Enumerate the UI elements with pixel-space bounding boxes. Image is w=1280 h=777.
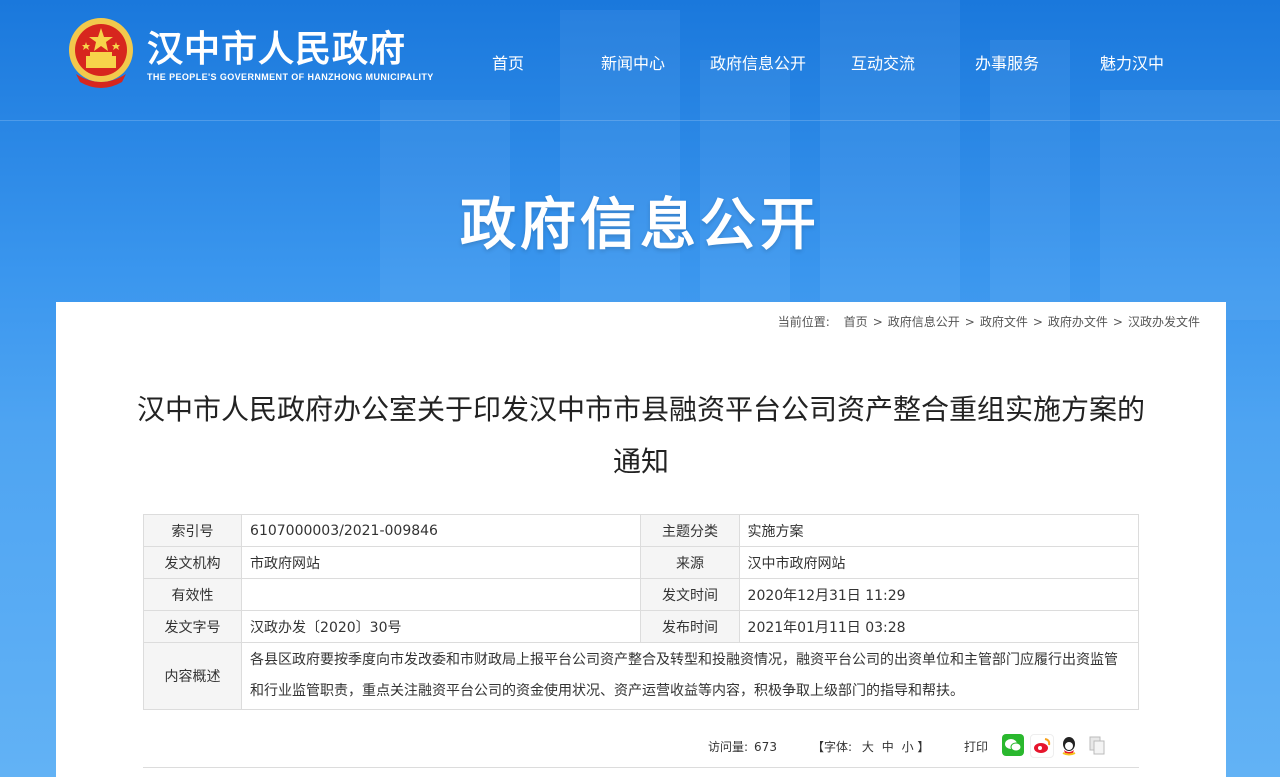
visits-value: 673 bbox=[754, 740, 777, 754]
meta-label-source: 来源 bbox=[640, 546, 740, 579]
meta-value-summary: 各县区政府要按季度向市发改委和市财政局上报平台公司资产整合及转型和投融资情况，融… bbox=[241, 642, 1139, 710]
table-row: 有效性 发文时间 2020年12月31日 11:29 bbox=[142, 578, 1140, 611]
document-meta-table: 索引号 6107000003/2021-009846 主题分类 实施方案 发文机… bbox=[142, 514, 1140, 710]
font-size-small[interactable]: 小 bbox=[902, 740, 914, 754]
meta-label-issue-time: 发文时间 bbox=[640, 578, 740, 611]
meta-value-doc-number: 汉政办发〔2020〕30号 bbox=[241, 610, 642, 643]
site-subtitle: THE PEOPLE'S GOVERNMENT OF HANZHONG MUNI… bbox=[147, 72, 434, 82]
breadcrumb-item-home[interactable]: 首页 bbox=[844, 315, 868, 329]
site-header: 汉中市人民政府 THE PEOPLE'S GOVERNMENT OF HANZH… bbox=[0, 0, 1280, 121]
table-row: 发文机构 市政府网站 来源 汉中市政府网站 bbox=[142, 546, 1140, 579]
meta-value-issuer: 市政府网站 bbox=[241, 546, 642, 579]
breadcrumb-prefix: 当前位置: bbox=[777, 315, 830, 329]
qq-share-icon[interactable] bbox=[1058, 734, 1080, 756]
nav-services[interactable]: 办事服务 bbox=[975, 50, 1039, 74]
document-title: 汉中市人民政府办公室关于印发汉中市市县融资平台公司资产整合重组实施方案的通知 bbox=[136, 393, 1145, 478]
breadcrumb-item-gov-docs[interactable]: 政府文件 bbox=[980, 315, 1028, 329]
breadcrumb-item-office-docs[interactable]: 政府办文件 bbox=[1048, 315, 1108, 329]
font-size-close: 】 bbox=[917, 740, 930, 754]
meta-value-source: 汉中市政府网站 bbox=[738, 546, 1140, 579]
meta-label-summary: 内容概述 bbox=[142, 642, 243, 710]
visits-label: 访问量: bbox=[708, 740, 749, 754]
print-link[interactable]: 打印 bbox=[964, 738, 988, 755]
meta-value-issue-time: 2020年12月31日 11:29 bbox=[738, 578, 1140, 611]
weibo-share-icon[interactable] bbox=[1030, 734, 1054, 758]
meta-label-validity: 有效性 bbox=[142, 578, 243, 611]
table-row: 发文字号 汉政办发〔2020〕30号 发布时间 2021年01月11日 03:2… bbox=[142, 610, 1140, 643]
meta-label-publish-time: 发布时间 bbox=[640, 610, 740, 643]
breadcrumb-item-hanzhengbanfa[interactable]: 汉政办发文件 bbox=[1128, 315, 1200, 329]
content-panel: 当前位置: 首页 > 政府信息公开 > 政府文件 > 政府办文件 > 汉政办发文件 汉中市人民政… bbox=[56, 302, 1226, 777]
font-size-large[interactable]: 大 bbox=[862, 740, 874, 754]
meta-label-issuer: 发文机构 bbox=[142, 546, 243, 579]
nav-gov-info-public[interactable]: 政府信息公开 bbox=[710, 50, 806, 74]
wechat-share-icon[interactable] bbox=[1002, 734, 1024, 756]
breadcrumb-separator: > bbox=[872, 315, 883, 329]
breadcrumb: 当前位置: 首页 > 政府信息公开 > 政府文件 > 政府办文件 > 汉政办发文件 bbox=[778, 313, 1200, 330]
table-row: 索引号 6107000003/2021-009846 主题分类 实施方案 bbox=[142, 514, 1140, 547]
nav-home[interactable]: 首页 bbox=[492, 50, 524, 74]
breadcrumb-separator: > bbox=[1032, 315, 1043, 329]
nav-charm-hanzhong[interactable]: 魅力汉中 bbox=[1100, 50, 1164, 74]
national-emblem-icon[interactable] bbox=[66, 16, 136, 92]
font-size-label: 【字体: bbox=[812, 740, 853, 754]
visits-counter: 访问量: 673 bbox=[708, 738, 777, 755]
meta-label-topic: 主题分类 bbox=[640, 514, 740, 547]
font-size-medium[interactable]: 中 bbox=[882, 740, 894, 754]
breadcrumb-separator: > bbox=[1112, 315, 1123, 329]
table-row: 内容概述 各县区政府要按季度向市发改委和市财政局上报平台公司资产整合及转型和投融… bbox=[142, 642, 1139, 710]
breadcrumb-item-gov-info[interactable]: 政府信息公开 bbox=[888, 315, 960, 329]
copy-link-icon[interactable] bbox=[1086, 734, 1108, 756]
meta-value-publish-time: 2021年01月11日 03:28 bbox=[738, 610, 1140, 643]
meta-value-topic: 实施方案 bbox=[738, 514, 1140, 547]
site-title[interactable]: 汉中市人民政府 bbox=[147, 20, 406, 72]
meta-label-index: 索引号 bbox=[142, 514, 243, 547]
font-size-control: 【字体: 大 中 小 】 bbox=[812, 738, 929, 755]
nav-interaction[interactable]: 互动交流 bbox=[851, 50, 915, 74]
divider bbox=[143, 767, 1139, 768]
nav-news-center[interactable]: 新闻中心 bbox=[601, 50, 665, 74]
meta-value-index: 6107000003/2021-009846 bbox=[241, 514, 642, 547]
banner-title: 政府信息公开 bbox=[460, 193, 820, 258]
meta-label-doc-number: 发文字号 bbox=[142, 610, 243, 643]
breadcrumb-separator: > bbox=[964, 315, 975, 329]
meta-value-validity bbox=[241, 578, 642, 611]
